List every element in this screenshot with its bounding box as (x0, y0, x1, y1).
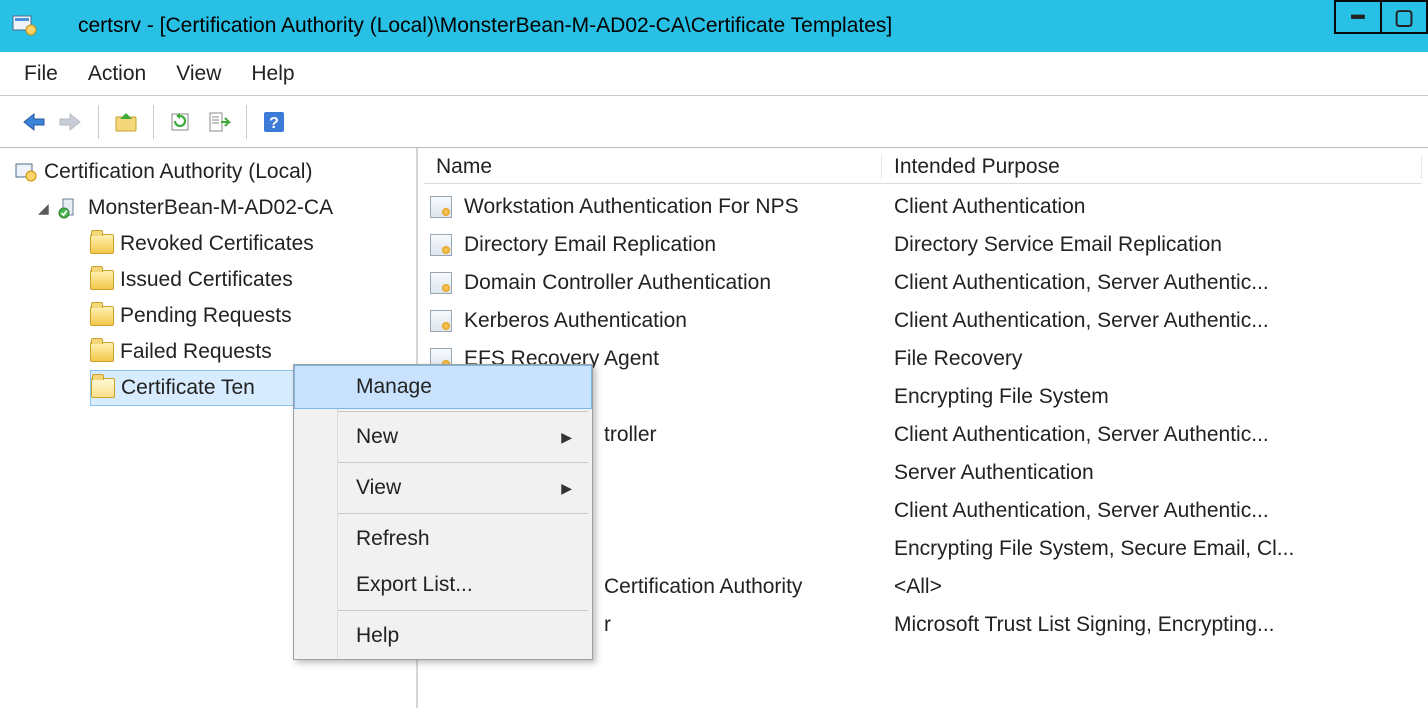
toolbar: ? (0, 96, 1428, 148)
server-icon (58, 197, 82, 219)
tree-item-issued[interactable]: Issued Certificates (0, 262, 416, 298)
context-menu: Manage New ▶ View ▶ Refresh Export List... Help (293, 364, 593, 660)
context-menu-label: Manage (356, 375, 432, 399)
nav-forward-button[interactable] (54, 105, 88, 139)
context-menu-label: Export List... (356, 573, 473, 597)
cell-purpose: <All> (882, 575, 1422, 599)
cert-template-icon (430, 272, 452, 294)
toolbar-separator (98, 105, 99, 139)
template-name: Kerberos Authentication (464, 309, 687, 333)
nav-back-button[interactable] (16, 105, 50, 139)
submenu-arrow-icon: ▶ (561, 429, 572, 446)
template-name: Workstation Authentication For NPS (464, 195, 799, 219)
app-icon (12, 13, 38, 39)
cell-purpose: File Recovery (882, 347, 1422, 371)
context-menu-label: View (356, 476, 401, 500)
list-row[interactable]: Workstation Authentication For NPS Client… (418, 188, 1428, 226)
tree-item-label: Pending Requests (120, 304, 292, 328)
cell-purpose: Microsoft Trust List Signing, Encrypting… (882, 613, 1422, 637)
cell-name: Directory Email Replication (424, 233, 882, 257)
cell-name: Domain Controller Authentication (424, 271, 882, 295)
cell-name: Workstation Authentication For NPS (424, 195, 882, 219)
folder-open-icon (91, 378, 115, 398)
cell-purpose: Client Authentication (882, 195, 1422, 219)
cell-name: Kerberos Authentication (424, 309, 882, 333)
window-title: certsrv - [Certification Authority (Loca… (78, 14, 892, 38)
context-menu-separator (338, 462, 588, 463)
template-name: r (604, 613, 611, 637)
context-menu-item-view[interactable]: View ▶ (294, 465, 592, 511)
context-menu-separator (338, 411, 588, 412)
refresh-button[interactable] (164, 105, 198, 139)
cert-template-icon (430, 196, 452, 218)
menu-view[interactable]: View (176, 62, 221, 86)
template-name: Directory Email Replication (464, 233, 716, 257)
minimize-button[interactable]: ━ (1334, 0, 1382, 34)
tree-item-label: Issued Certificates (120, 268, 293, 292)
template-name: troller (604, 423, 657, 447)
cell-purpose: Encrypting File System, Secure Email, Cl… (882, 537, 1422, 561)
toolbar-separator (153, 105, 154, 139)
menu-help[interactable]: Help (251, 62, 294, 86)
context-menu-separator (338, 513, 588, 514)
toolbar-separator (246, 105, 247, 139)
titlebar: certsrv - [Certification Authority (Loca… (0, 0, 1428, 52)
context-menu-item-help[interactable]: Help (294, 613, 592, 659)
ca-root-icon (14, 161, 38, 183)
template-name: Certification Authority (604, 575, 802, 599)
tree-ca-label: MonsterBean-M-AD02-CA (88, 196, 333, 220)
expand-icon[interactable]: ◢ (38, 201, 52, 215)
tree-item-label: Certificate Ten (121, 376, 255, 400)
folder-icon (90, 342, 114, 362)
context-menu-label: New (356, 425, 398, 449)
main-content: Certification Authority (Local) ◢ Monste… (0, 148, 1428, 708)
list-row[interactable]: Directory Email Replication Directory Ser… (418, 226, 1428, 264)
cell-purpose: Directory Service Email Replication (882, 233, 1422, 257)
menu-action[interactable]: Action (88, 62, 146, 86)
tree-root[interactable]: Certification Authority (Local) (0, 154, 416, 190)
export-list-button[interactable] (202, 105, 236, 139)
tree-item-pending[interactable]: Pending Requests (0, 298, 416, 334)
folder-icon (90, 306, 114, 326)
tree-ca-node[interactable]: ◢ MonsterBean-M-AD02-CA (0, 190, 416, 226)
tree-item-revoked[interactable]: Revoked Certificates (0, 226, 416, 262)
context-menu-separator (338, 610, 588, 611)
tree-item-label: Revoked Certificates (120, 232, 314, 256)
maximize-button[interactable]: ▢ (1380, 0, 1428, 34)
context-menu-item-refresh[interactable]: Refresh (294, 516, 592, 562)
window-controls: ━ ▢ (1336, 0, 1428, 52)
column-header-purpose[interactable]: Intended Purpose (882, 155, 1422, 179)
cell-purpose: Client Authentication, Server Authentic.… (882, 271, 1422, 295)
context-menu-item-export-list[interactable]: Export List... (294, 562, 592, 608)
list-row[interactable]: Domain Controller Authentication Client A… (418, 264, 1428, 302)
context-menu-item-manage[interactable]: Manage (294, 365, 592, 409)
tree-root-label: Certification Authority (Local) (44, 160, 312, 184)
list-header: Name Intended Purpose (424, 150, 1422, 184)
template-name: Domain Controller Authentication (464, 271, 771, 295)
cert-template-icon (430, 310, 452, 332)
cell-purpose: Client Authentication, Server Authentic.… (882, 309, 1422, 333)
cell-purpose: Client Authentication, Server Authentic.… (882, 499, 1422, 523)
column-header-name[interactable]: Name (424, 155, 882, 179)
context-menu-label: Help (356, 624, 399, 648)
up-folder-button[interactable] (109, 105, 143, 139)
svg-text:?: ? (269, 115, 279, 132)
menubar: File Action View Help (0, 52, 1428, 96)
folder-icon (90, 270, 114, 290)
cell-purpose: Server Authentication (882, 461, 1422, 485)
menu-file[interactable]: File (24, 62, 58, 86)
context-menu-label: Refresh (356, 527, 430, 551)
cell-purpose: Client Authentication, Server Authentic.… (882, 423, 1422, 447)
folder-icon (90, 234, 114, 254)
list-row[interactable]: Kerberos Authentication Client Authentica… (418, 302, 1428, 340)
help-button[interactable]: ? (257, 105, 291, 139)
tree-item-label: Failed Requests (120, 340, 272, 364)
submenu-arrow-icon: ▶ (561, 480, 572, 497)
context-menu-item-new[interactable]: New ▶ (294, 414, 592, 460)
cell-purpose: Encrypting File System (882, 385, 1422, 409)
cert-template-icon (430, 234, 452, 256)
